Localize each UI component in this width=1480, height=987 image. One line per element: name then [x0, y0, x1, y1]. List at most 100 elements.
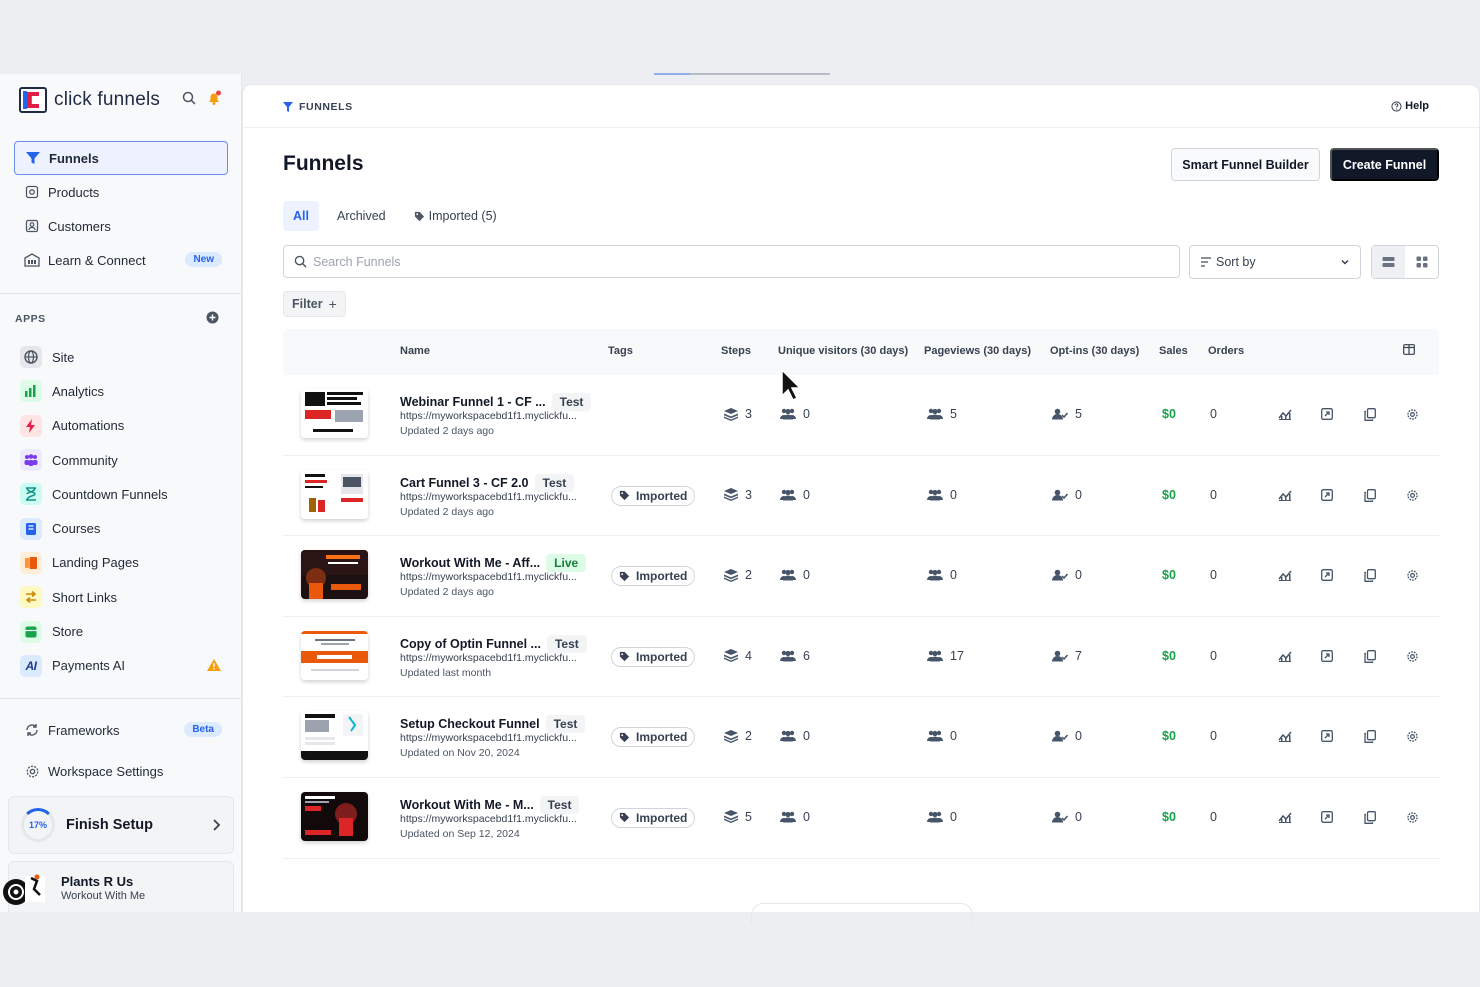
tab-all[interactable]: All [283, 201, 319, 231]
brand-name: click funnels [54, 89, 161, 110]
notification-bell-icon[interactable] [206, 90, 222, 106]
brand-logo[interactable]: click funnels [19, 87, 160, 113]
stats-icon[interactable] [1278, 489, 1292, 504]
gear-icon[interactable] [1406, 811, 1419, 827]
column-header-orders[interactable]: Orders [1208, 345, 1244, 357]
column-header-tags[interactable]: Tags [608, 345, 633, 357]
sort-dropdown[interactable]: Sort by [1189, 245, 1361, 279]
tag-chip[interactable]: Imported [611, 566, 696, 587]
sidebar-app-site[interactable]: Site [20, 340, 226, 374]
tag-chip[interactable]: Imported [611, 646, 696, 667]
funnel-name[interactable]: Cart Funnel 3 - CF 2.0 Test [400, 473, 575, 492]
stats-icon[interactable] [1278, 569, 1292, 584]
gear-icon[interactable] [1406, 730, 1419, 746]
funnel-thumbnail[interactable] [301, 389, 368, 438]
preview-icon[interactable] [1321, 649, 1333, 665]
table-row[interactable]: Webinar Funnel 1 - CF ... Test https://myw… [283, 375, 1439, 456]
column-header-steps[interactable]: Steps [721, 345, 751, 357]
sidebar-app-store[interactable]: Store [20, 614, 226, 648]
table-row[interactable]: Cart Funnel 3 - CF 2.0 Test https://mywork… [283, 456, 1439, 537]
sidebar-item-workspace-settings[interactable]: Workspace Settings [14, 754, 228, 788]
tag-chip[interactable]: Imported [611, 807, 696, 828]
add-app-icon[interactable] [206, 311, 219, 327]
workspace-switcher[interactable]: Plants R Us Workout With Me [3, 861, 234, 912]
sidebar-item-frameworks[interactable]: Frameworks Beta [14, 713, 228, 747]
sidebar-item-products[interactable]: Products [14, 175, 228, 209]
duplicate-icon[interactable] [1364, 569, 1376, 585]
funnel-url[interactable]: https://myworkspacebd1f1.myclickfu... [400, 491, 577, 503]
sidebar-app-analytics[interactable]: Analytics [20, 374, 226, 408]
table-row[interactable]: Workout With Me - M... Test https://mywork… [283, 778, 1439, 859]
funnel-thumbnail[interactable] [301, 630, 368, 680]
sidebar-app-courses[interactable]: Courses [20, 511, 226, 545]
preview-icon[interactable] [1321, 569, 1333, 584]
sidebar-app-countdown-funnels[interactable]: Countdown Funnels [20, 477, 226, 511]
duplicate-icon[interactable] [1364, 730, 1376, 746]
funnel-name[interactable]: Workout With Me - M... Test [400, 795, 580, 814]
sidebar-item-funnels[interactable]: Funnels [14, 141, 228, 175]
column-header-name[interactable]: Name [400, 345, 430, 357]
sidebar-app-landing-pages[interactable]: Landing Pages [20, 546, 226, 580]
preview-icon[interactable] [1321, 730, 1333, 745]
preview-icon[interactable] [1321, 408, 1333, 423]
stats-icon[interactable] [1278, 730, 1292, 745]
sidebar-item-learn-connect[interactable]: Learn & Connect New [14, 243, 228, 277]
funnel-thumbnail[interactable] [301, 469, 368, 519]
visitors-value: 0 [803, 568, 810, 583]
funnel-url[interactable]: https://myworkspacebd1f1.myclickfu... [400, 652, 577, 664]
create-funnel-button[interactable]: Create Funnel [1330, 148, 1439, 181]
sidebar-app-community[interactable]: Community [20, 443, 226, 477]
gear-icon[interactable] [1406, 408, 1419, 424]
tab-imported[interactable]: Imported (5) [404, 201, 507, 231]
duplicate-icon[interactable] [1364, 649, 1376, 666]
funnel-url[interactable]: https://myworkspacebd1f1.myclickfu... [400, 571, 577, 583]
gear-icon[interactable] [1406, 489, 1419, 505]
steps-cell: 4 [724, 649, 752, 663]
sidebar-item-customers[interactable]: Customers [14, 209, 228, 243]
table-row[interactable]: Copy of Optin Funnel ... Test https://mywo… [283, 617, 1439, 698]
load-more-pill[interactable] [751, 903, 973, 923]
funnel-url[interactable]: https://myworkspacebd1f1.myclickfu... [400, 410, 577, 422]
stats-icon[interactable] [1278, 811, 1292, 826]
gear-icon[interactable] [1406, 569, 1419, 585]
funnel-thumbnail[interactable] [301, 550, 368, 600]
table-row[interactable]: Setup Checkout Funnel Test https://myworks… [283, 697, 1439, 778]
tag-label: Imported [636, 810, 688, 825]
stats-icon[interactable] [1278, 650, 1292, 665]
help-link[interactable]: Help [1391, 100, 1429, 112]
list-view-button[interactable] [1372, 246, 1405, 278]
search-icon[interactable] [182, 91, 196, 105]
funnel-thumbnail[interactable] [301, 711, 368, 761]
stats-icon[interactable] [1278, 408, 1292, 423]
search-input[interactable] [313, 254, 1113, 269]
funnel-url[interactable]: https://myworkspacebd1f1.myclickfu... [400, 732, 577, 744]
sidebar-app-payments-ai[interactable]: AI Payments AI [20, 649, 226, 683]
funnel-url[interactable]: https://myworkspacebd1f1.myclickfu... [400, 813, 577, 825]
preview-icon[interactable] [1321, 488, 1333, 504]
funnel-name[interactable]: Workout With Me - Aff... Live [400, 554, 587, 573]
funnel-thumbnail[interactable] [301, 791, 368, 841]
sidebar-app-automations[interactable]: Automations [20, 409, 226, 443]
duplicate-icon[interactable] [1364, 408, 1376, 424]
filter-button[interactable]: Filter + [283, 291, 346, 317]
column-settings-icon[interactable] [1403, 344, 1415, 358]
tag-chip[interactable]: Imported [611, 727, 696, 748]
column-header-unique-visitors[interactable]: Unique visitors (30 days) [778, 345, 908, 357]
table-row[interactable]: Workout With Me - Aff... Live https://mywo… [283, 536, 1439, 617]
finish-setup-card[interactable]: 17% Finish Setup [8, 796, 234, 854]
preview-icon[interactable] [1321, 811, 1333, 826]
funnel-name[interactable]: Setup Checkout Funnel Test [400, 715, 586, 734]
column-header-pageviews[interactable]: Pageviews (30 days) [924, 345, 1031, 357]
column-header-sales[interactable]: Sales [1159, 345, 1188, 357]
duplicate-icon[interactable] [1364, 811, 1376, 827]
tag-chip[interactable]: Imported [611, 485, 696, 506]
column-header-optins[interactable]: Opt-ins (30 days) [1050, 345, 1139, 357]
funnel-name[interactable]: Webinar Funnel 1 - CF ... Test [400, 393, 592, 411]
tab-archived[interactable]: Archived [327, 201, 396, 231]
sidebar-app-short-links[interactable]: Short Links [20, 580, 226, 614]
grid-view-button[interactable] [1405, 246, 1438, 278]
duplicate-icon[interactable] [1364, 488, 1376, 505]
gear-icon[interactable] [1406, 650, 1419, 666]
smart-funnel-builder-button[interactable]: Smart Funnel Builder [1171, 148, 1320, 181]
funnel-name[interactable]: Copy of Optin Funnel ... Test [400, 634, 587, 653]
